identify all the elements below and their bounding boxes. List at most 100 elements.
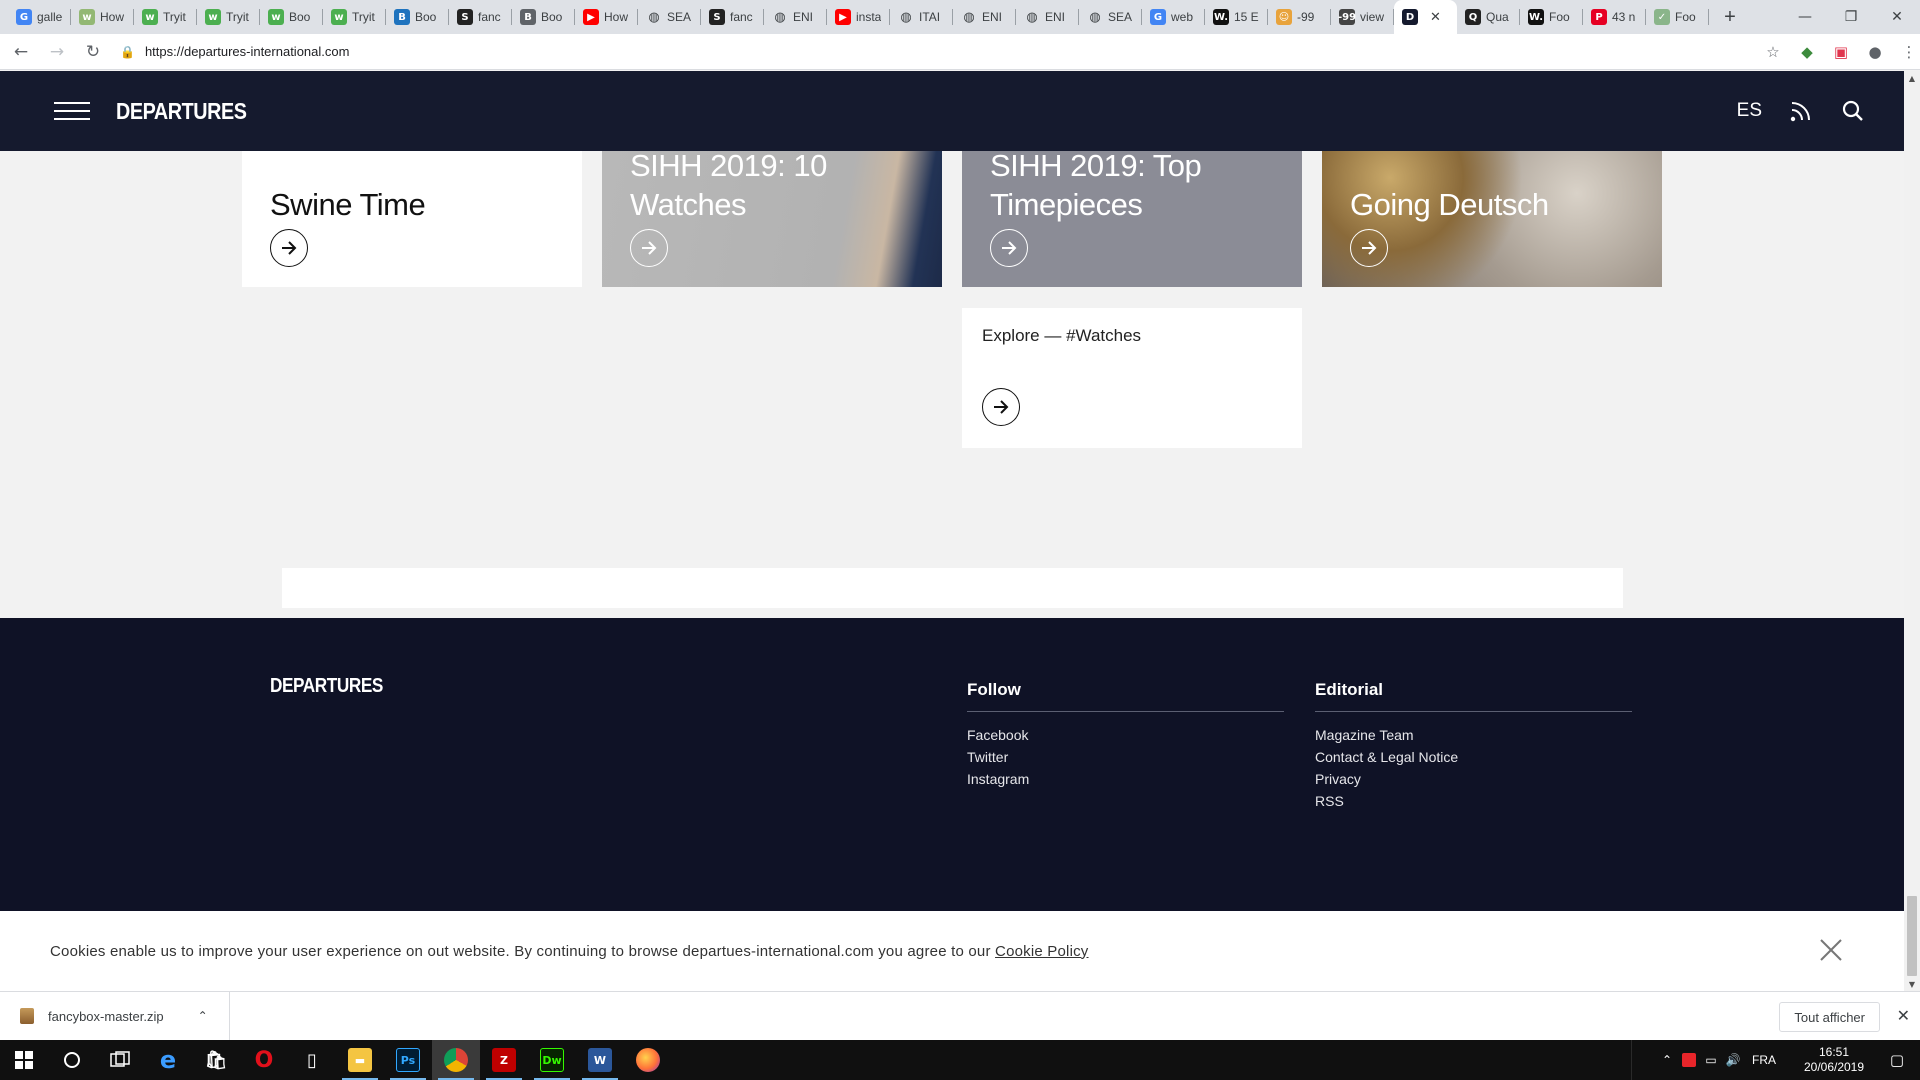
profile-icon[interactable]: ● (1864, 41, 1886, 63)
show-all-downloads-button[interactable]: Tout afficher (1779, 1002, 1880, 1032)
site-logo[interactable]: DEPARTURES (116, 98, 247, 125)
word-taskbar-button[interactable]: W (576, 1040, 624, 1080)
browser-tab[interactable]: w How (71, 0, 134, 34)
article-card[interactable]: SIHH 2019: 10 Watches (602, 151, 942, 287)
cortana-search-icon[interactable] (48, 1040, 96, 1080)
close-tab-icon[interactable]: ✕ (1430, 9, 1441, 25)
bookmark-star-icon[interactable]: ☆ (1762, 41, 1784, 63)
browser-tab[interactable]: ☺ -99 (1268, 0, 1331, 34)
pocket-extension-icon[interactable]: ▣ (1830, 41, 1852, 63)
close-downloads-icon[interactable]: ✕ (1897, 1006, 1910, 1025)
browser-tab[interactable]: w Boo (260, 0, 323, 34)
chevron-up-icon[interactable]: ⌃ (198, 1009, 208, 1023)
download-filename[interactable]: fancybox-master.zip (48, 1009, 164, 1024)
filezilla-taskbar-button[interactable]: Z (480, 1040, 528, 1080)
input-language[interactable]: FRA (1744, 1053, 1784, 1067)
chevron-up-tray-icon[interactable]: ⌃ (1656, 1053, 1678, 1067)
hamburger-menu-icon[interactable] (54, 102, 90, 120)
dreamweaver-taskbar-button[interactable]: Dw (528, 1040, 576, 1080)
back-icon[interactable]: ← (6, 37, 36, 67)
browser-tab[interactable]: ▶ insta (827, 0, 890, 34)
footer-link[interactable]: Magazine Team (1315, 724, 1632, 746)
new-tab-button[interactable]: + (1713, 0, 1747, 34)
browser-tab[interactable]: B Boo (386, 0, 449, 34)
cookie-policy-link[interactable]: Cookie Policy (995, 943, 1088, 960)
network-icon[interactable]: ▭ (1700, 1053, 1722, 1067)
explore-card[interactable]: Explore — #Watches (962, 308, 1302, 448)
file-explorer-taskbar-button[interactable]: ▬ (336, 1040, 384, 1080)
antivirus-tray-icon[interactable] (1678, 1053, 1700, 1067)
browser-tab[interactable]: w Tryit (323, 0, 386, 34)
file-taskbar-button[interactable]: ▯ (288, 1040, 336, 1080)
clock[interactable]: 16:51 20/06/2019 (1794, 1045, 1874, 1075)
restore-icon[interactable]: ❐ (1828, 0, 1874, 34)
browser-tab[interactable]: Gweb (1142, 0, 1205, 34)
article-card[interactable]: Going Deutsch (1322, 151, 1662, 287)
task-view-icon[interactable] (96, 1040, 144, 1080)
volume-icon[interactable]: 🔊 (1722, 1053, 1744, 1067)
card-arrow-button[interactable] (630, 229, 668, 267)
scroll-down-icon[interactable]: ▼ (1904, 977, 1920, 991)
browser-tab[interactable]: Q Qua (1457, 0, 1520, 34)
browser-tab[interactable]: Ggalle (8, 0, 71, 34)
explore-arrow-button[interactable] (982, 388, 1020, 426)
browser-tab[interactable]: ◍ ITAI (890, 0, 953, 34)
browser-tab[interactable]: ▶ How (575, 0, 638, 34)
footer-logo[interactable]: DEPARTURES (270, 675, 383, 698)
url-text[interactable]: https://departures-international.com (145, 44, 350, 59)
photoshop-taskbar-button[interactable]: Ps (384, 1040, 432, 1080)
browser-tab[interactable]: B Boo (512, 0, 575, 34)
firefox-taskbar-button[interactable] (624, 1040, 672, 1080)
browser-tab[interactable]: Sfanc (449, 0, 512, 34)
card-arrow-button[interactable] (990, 229, 1028, 267)
close-window-icon[interactable]: ✕ (1874, 0, 1920, 34)
card-arrow-button[interactable] (270, 229, 308, 267)
browser-tab[interactable]: w Tryit (197, 0, 260, 34)
article-card[interactable]: Swine Time (242, 151, 582, 287)
menu-kebab-icon[interactable]: ⋮ (1898, 41, 1920, 63)
footer-link[interactable]: Facebook (967, 724, 1284, 746)
opera-taskbar-button[interactable]: O (240, 1040, 288, 1080)
footer-link[interactable]: Instagram (967, 768, 1284, 790)
chrome-taskbar-button[interactable] (432, 1040, 480, 1080)
minimize-icon[interactable]: — (1782, 0, 1828, 34)
card-arrow-button[interactable] (1350, 229, 1388, 267)
footer-link[interactable]: RSS (1315, 790, 1632, 812)
browser-tab[interactable]: ◍ ENI (953, 0, 1016, 34)
browser-tab[interactable]: -99 view (1331, 0, 1394, 34)
scroll-up-icon[interactable]: ▲ (1904, 71, 1920, 85)
browser-tab[interactable]: ◍ ENI (1016, 0, 1079, 34)
store-taskbar-button[interactable]: 🛍 (192, 1040, 240, 1080)
footer-link[interactable]: Privacy (1315, 768, 1632, 790)
browser-tab[interactable]: ◍ SEA (1079, 0, 1142, 34)
browser-tab[interactable]: ◍ ENI (764, 0, 827, 34)
article-card[interactable]: SIHH 2019: Top Timepieces (962, 151, 1302, 287)
browser-tab[interactable]: Sfanc (701, 0, 764, 34)
browser-tab[interactable]: ✓ Foo (1646, 0, 1709, 34)
search-icon[interactable] (1840, 98, 1866, 124)
lock-icon[interactable]: 🔒 (120, 45, 135, 59)
edge-taskbar-button[interactable]: e (144, 1040, 192, 1080)
browser-tab[interactable]: ◍ SEA (638, 0, 701, 34)
rss-icon[interactable] (1788, 98, 1814, 124)
download-item[interactable]: fancybox-master.zip ⌃ (0, 991, 230, 1041)
browser-tab[interactable]: w Tryit (134, 0, 197, 34)
language-switch[interactable]: ES (1737, 100, 1762, 122)
browser-tab[interactable]: D ✕ (1394, 0, 1457, 34)
footer-link[interactable]: Twitter (967, 746, 1284, 768)
close-icon[interactable] (1818, 937, 1844, 963)
browser-tab[interactable]: P 43 n (1583, 0, 1646, 34)
browser-tab[interactable]: W. 15 E (1205, 0, 1268, 34)
footer-link[interactable]: Contact & Legal Notice (1315, 746, 1632, 768)
reload-icon[interactable]: ↻ (78, 37, 108, 67)
notifications-icon[interactable]: ▢ (1874, 1051, 1920, 1069)
browser-tab[interactable]: W. Foo (1520, 0, 1583, 34)
card-title[interactable]: SIHH 2019: Top Timepieces (990, 151, 1240, 224)
page-scrollbar[interactable]: ▲ ▼ (1904, 71, 1920, 991)
extension-icon[interactable]: ◆ (1796, 41, 1818, 63)
address-bar[interactable]: 🔒 https://departures-international.com (120, 37, 1750, 66)
card-title[interactable]: SIHH 2019: 10 Watches (630, 151, 830, 224)
forward-icon[interactable]: → (42, 37, 72, 67)
card-title[interactable]: Going Deutsch (1350, 185, 1549, 224)
scrollbar-thumb[interactable] (1907, 896, 1917, 976)
